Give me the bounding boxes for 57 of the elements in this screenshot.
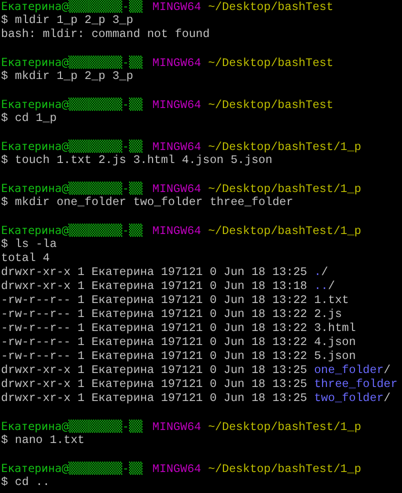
command-line: $ cd ..	[1, 476, 50, 489]
prompt-user-host: Екатерина@▒▒▒▒▒▒▒▒-▒▒	[1, 56, 144, 70]
output-line: total 4	[1, 252, 50, 265]
prompt-path: ~/Desktop/bashTest/1_p	[208, 225, 362, 238]
prompt-path: ~/Desktop/bashTest	[208, 1, 334, 14]
directory-name: .	[314, 266, 322, 279]
listing-info: drwxr-xr-x 1 Екатерина 197121 0 Jun 18 13:25	[1, 266, 308, 279]
listing-info: -rw-r--r-- 1 Екатерина 197121 0 Jun 18 13:22	[1, 308, 308, 321]
prompt-user-host: Екатерина@▒▒▒▒▒▒▒▒-▒▒	[1, 224, 144, 238]
file-name: 4.json	[314, 336, 356, 349]
output-line: bash: mldir: command not found	[1, 28, 210, 41]
prompt-path: ~/Desktop/bashTest/1_p	[208, 183, 362, 196]
file-name: 2.js	[314, 308, 342, 321]
listing-info: drwxr-xr-x 1 Екатерина 197121 0 Jun 18 13:25	[1, 378, 308, 391]
prompt-user-host: Екатерина@▒▒▒▒▒▒▒▒-▒▒	[1, 182, 144, 196]
path-suffix: /	[384, 364, 391, 377]
listing-info: -rw-r--r-- 1 Екатерина 197121 0 Jun 18 13:22	[1, 294, 308, 307]
command-line: $ cd 1_p	[1, 112, 57, 125]
command-line: $ mkdir one_folder two_folder three_folder	[1, 196, 294, 209]
command-line: $ ls -la	[1, 238, 57, 251]
listing-info: -rw-r--r-- 1 Екатерина 197121 0 Jun 18 13:22	[1, 336, 308, 349]
command-line: $ mkdir 1_p 2_p 3_p	[1, 70, 134, 83]
directory-name: ..	[314, 280, 328, 293]
directory-name: two_folder	[314, 392, 384, 405]
prompt-system: MINGW64	[152, 57, 202, 70]
path-suffix: /	[328, 280, 335, 293]
file-name: 5.json	[314, 350, 356, 363]
prompt-system: MINGW64	[152, 183, 202, 196]
listing-info: drwxr-xr-x 1 Екатерина 197121 0 Jun 18 13:25	[1, 392, 308, 405]
prompt-system: MINGW64	[152, 99, 202, 112]
prompt-path: ~/Desktop/bashTest/1_p	[208, 463, 362, 476]
prompt-path: ~/Desktop/bashTest	[208, 99, 334, 112]
prompt-path: ~/Desktop/bashTest/1_p	[208, 421, 362, 434]
listing-info: -rw-r--r-- 1 Екатерина 197121 0 Jun 18 13:22	[1, 322, 308, 335]
path-suffix: /	[321, 266, 328, 279]
prompt-system: MINGW64	[152, 141, 202, 154]
prompt-system: MINGW64	[152, 463, 202, 476]
prompt-path: ~/Desktop/bashTest/1_p	[208, 141, 362, 154]
listing-info: drwxr-xr-x 1 Екатерина 197121 0 Jun 18 13:18	[1, 280, 308, 293]
file-name: 3.html	[314, 322, 356, 335]
prompt-system: MINGW64	[152, 421, 202, 434]
prompt-user-host: Екатерина@▒▒▒▒▒▒▒▒-▒▒	[1, 462, 144, 476]
directory-name: one_folder	[314, 364, 384, 377]
listing-info: drwxr-xr-x 1 Екатерина 197121 0 Jun 18 13:25	[1, 364, 308, 377]
prompt-system: MINGW64	[152, 1, 202, 14]
prompt-user-host: Екатерина@▒▒▒▒▒▒▒▒-▒▒	[1, 140, 144, 154]
command-line: $ touch 1.txt 2.js 3.html 4.json 5.json	[1, 154, 272, 167]
prompt-path: ~/Desktop/bashTest	[208, 57, 334, 70]
prompt-system: MINGW64	[152, 225, 202, 238]
path-suffix: /	[384, 392, 391, 405]
command-line: $ nano 1.txt	[1, 434, 84, 447]
directory-name: three_folder	[314, 378, 398, 391]
prompt-user-host: Екатерина@▒▒▒▒▒▒▒▒-▒▒	[1, 420, 144, 434]
file-name: 1.txt	[314, 294, 349, 307]
prompt-user-host: Екатерина@▒▒▒▒▒▒▒▒-▒▒	[1, 98, 144, 112]
listing-info: -rw-r--r-- 1 Екатерина 197121 0 Jun 18 13:22	[1, 350, 308, 363]
command-line: $ mldir 1_p 2_p 3_p	[1, 14, 134, 27]
